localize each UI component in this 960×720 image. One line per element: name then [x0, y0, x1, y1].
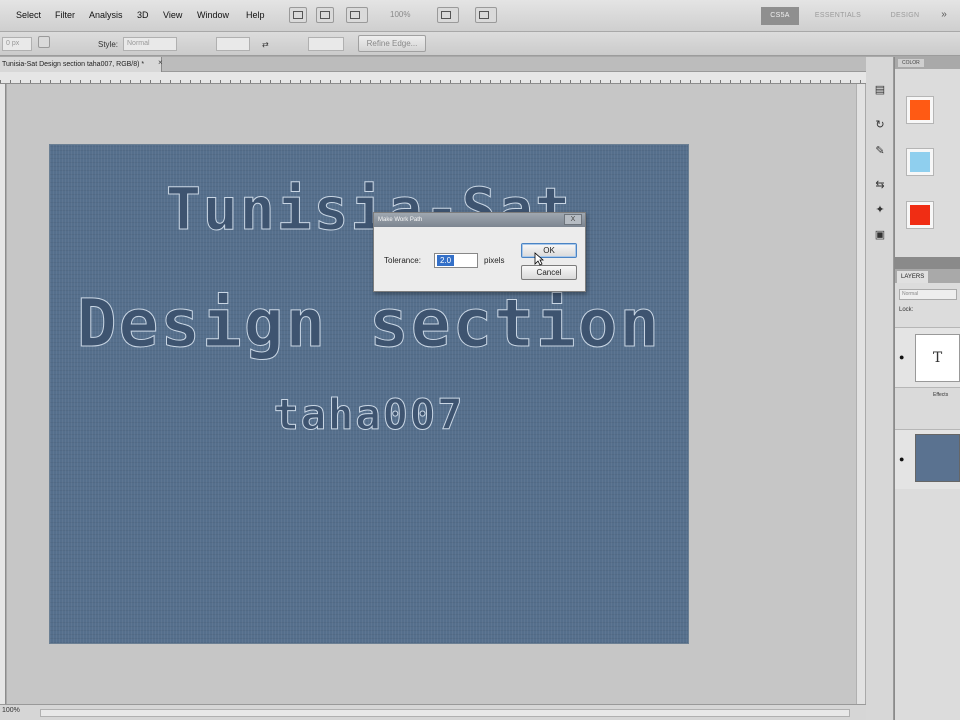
artwork-line-2: Design section — [76, 285, 662, 363]
swatch-orange[interactable] — [907, 97, 933, 123]
menu-filter[interactable]: Filter — [55, 10, 75, 20]
color-panel-header: COLOR — [895, 57, 960, 69]
effects-label: Effects — [933, 392, 949, 398]
clone-source-icon[interactable]: ✦ — [872, 202, 888, 218]
visibility-eye-icon[interactable]: ● — [899, 454, 909, 464]
color-panel: COLOR — [895, 57, 960, 257]
tolerance-label: Tolerance: — [384, 256, 421, 265]
menu-analysis[interactable]: Analysis — [89, 10, 123, 20]
photoshop-window: Select Filter Analysis 3D View Window He… — [0, 0, 960, 720]
layers-panel: LAYERS Normal Lock: ● T Effects ● — [895, 269, 960, 720]
swatch-light-blue[interactable] — [907, 149, 933, 175]
arrange-documents-icon[interactable] — [437, 7, 459, 23]
adjustments-icon[interactable]: ⇆ — [872, 177, 888, 193]
panel-icon-strip: ▤ ↻ ✎ ⇆ ✦ ▣ — [866, 57, 894, 720]
cancel-button[interactable]: Cancel — [521, 265, 577, 280]
menu-3d[interactable]: 3D — [137, 10, 149, 20]
feather-field[interactable]: 0 px — [2, 37, 32, 51]
effects-row[interactable]: Effects — [895, 387, 960, 429]
close-icon[interactable]: × — [158, 58, 163, 67]
anti-alias-checkbox[interactable] — [38, 36, 50, 48]
lock-label: Lock: — [899, 307, 914, 313]
menu-help[interactable]: Help — [246, 10, 265, 20]
style-label: Style: — [98, 40, 119, 49]
document-tab-bar: Tunisia-Sat Design section taha007, RGB/… — [0, 57, 866, 72]
document-tab[interactable]: Tunisia-Sat Design section taha007, RGB/… — [0, 57, 162, 72]
blend-mode-select[interactable]: Normal — [899, 289, 957, 300]
vertical-scrollbar[interactable] — [856, 84, 865, 704]
artwork-line-1: Tunisia-Sat — [165, 175, 573, 244]
right-dock: ▤ ↻ ✎ ⇆ ✦ ▣ COLOR LAYERS Normal Lock: ● … — [866, 57, 960, 720]
canvas-area[interactable]: Tunisia-Sat Design section taha007 — [7, 84, 864, 704]
document-title: Tunisia-Sat Design section taha007, RGB/… — [2, 61, 145, 68]
document-canvas[interactable]: Tunisia-Sat Design section taha007 — [49, 144, 689, 644]
actions-icon[interactable]: ↻ — [872, 117, 888, 133]
workspace-essentials[interactable]: ESSENTIALS — [804, 7, 872, 25]
tolerance-input[interactable]: 2.0 — [434, 253, 478, 268]
brushes-icon[interactable]: ✎ — [872, 143, 888, 159]
extras-icon[interactable] — [475, 7, 497, 23]
visibility-eye-icon[interactable]: ● — [899, 352, 909, 362]
dialog-title: Make Work Path — [378, 217, 423, 223]
menu-bar: Select Filter Analysis 3D View Window He… — [0, 0, 960, 32]
history-icon[interactable]: ▤ — [872, 82, 888, 98]
options-bar: 0 px Style: Normal ⇄ Refine Edge... — [0, 32, 960, 56]
dialog-close-button[interactable]: X — [564, 214, 582, 225]
layers-panel-header: LAYERS — [895, 269, 960, 283]
background-layer-row[interactable]: ● — [895, 429, 960, 489]
text-layer-row[interactable]: ● T — [895, 327, 960, 387]
grid-icon[interactable] — [316, 7, 334, 23]
ok-button[interactable]: OK — [521, 243, 577, 258]
screen-mode-icon[interactable] — [346, 7, 368, 23]
swatch-red[interactable] — [907, 202, 933, 228]
menu-select[interactable]: Select — [16, 10, 41, 20]
background-layer-thumbnail — [915, 434, 960, 482]
menu-window[interactable]: Window — [197, 10, 229, 20]
vertical-ruler[interactable] — [0, 84, 6, 704]
swap-icon[interactable]: ⇄ — [262, 40, 269, 49]
tolerance-unit: pixels — [484, 256, 505, 265]
make-work-path-dialog: Make Work Path X Tolerance: 2.0 pixels O… — [373, 212, 586, 292]
height-field[interactable] — [308, 37, 344, 51]
horizontal-scrollbar[interactable] — [40, 709, 850, 717]
tolerance-value: 2.0 — [437, 255, 455, 266]
workspace-design[interactable]: DESIGN — [880, 7, 930, 25]
zoom-level[interactable]: 100% — [390, 10, 410, 19]
width-field[interactable] — [216, 37, 250, 51]
tool-presets-icon[interactable]: ▣ — [872, 227, 888, 243]
horizontal-ruler[interactable] — [0, 72, 866, 84]
style-select[interactable]: Normal — [123, 37, 177, 51]
workspace-more-icon[interactable]: » — [934, 9, 954, 23]
status-bar: 100% — [0, 704, 866, 720]
menu-view[interactable]: View — [163, 10, 182, 20]
layers-tab[interactable]: LAYERS — [897, 271, 929, 283]
dialog-title-bar[interactable]: Make Work Path X — [374, 213, 585, 227]
workspace-cs5a[interactable]: CS5A — [761, 7, 799, 25]
status-zoom[interactable]: 100% — [2, 707, 20, 714]
artwork-line-3: taha007 — [273, 390, 465, 440]
guides-icon[interactable] — [289, 7, 307, 23]
mouse-cursor-icon — [534, 252, 544, 266]
refine-edge-button[interactable]: Refine Edge... — [358, 35, 426, 52]
text-layer-thumbnail: T — [915, 334, 960, 382]
color-tab[interactable]: COLOR — [898, 59, 924, 67]
